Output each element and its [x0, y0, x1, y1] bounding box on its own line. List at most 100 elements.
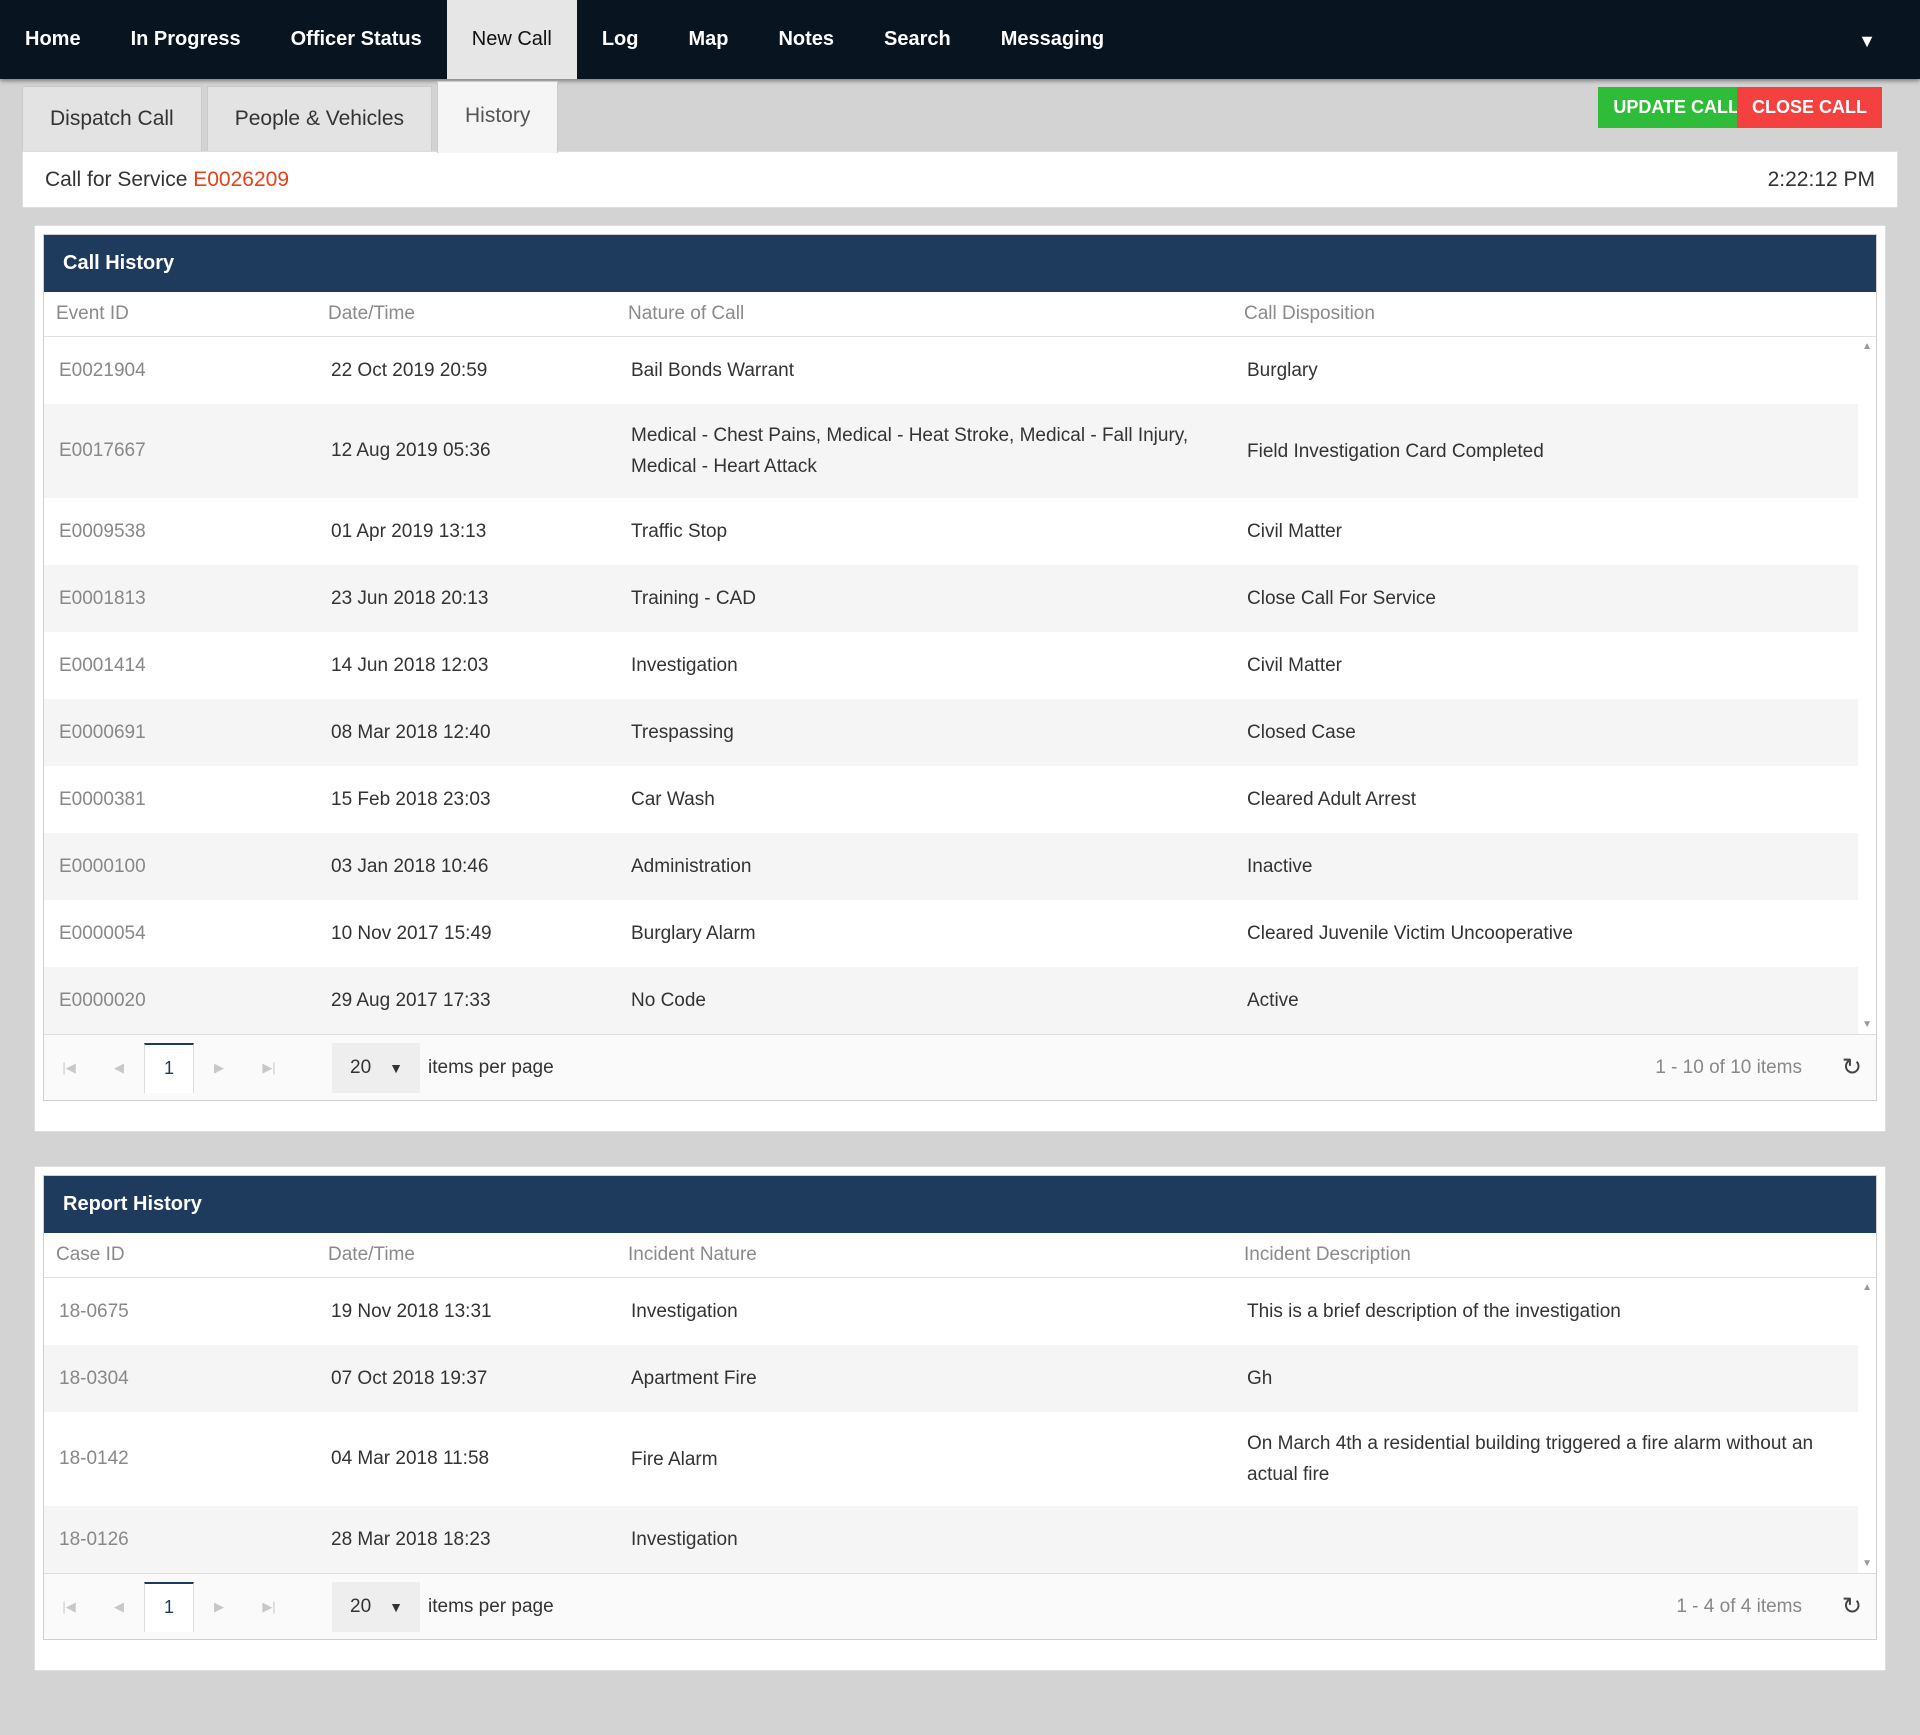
nav-notes[interactable]: Notes	[753, 0, 859, 79]
column-header[interactable]: Nature of Call	[628, 303, 1244, 325]
page-number[interactable]: 1	[144, 1581, 194, 1632]
cell-datetime: 19 Nov 2018 13:31	[331, 1300, 492, 1322]
cell-nature: Medical - Chest Pains, Medical - Heat St…	[631, 425, 1189, 477]
cell-datetime: 08 Mar 2018 12:40	[331, 721, 491, 743]
prev-page-icon[interactable]: ◀	[94, 1043, 144, 1093]
call-label: Call for Service	[45, 167, 188, 191]
cell-nature: Training - CAD	[631, 588, 756, 609]
nav-search[interactable]: Search	[859, 0, 976, 79]
refresh-icon[interactable]: ↻	[1842, 1592, 1862, 1621]
cell-nature: Car Wash	[631, 789, 715, 810]
next-page-icon[interactable]: ▶	[194, 1582, 244, 1632]
grid-header: Event ID Date/Time Nature of Call Call D…	[44, 292, 1876, 337]
page-size-select[interactable]: 20 ▼	[332, 1042, 420, 1093]
update-call-button[interactable]: UPDATE CALL	[1598, 87, 1754, 128]
column-header[interactable]: Date/Time	[328, 1244, 628, 1266]
table-row[interactable]: E0021904 22 Oct 2019 20:59 Bail Bonds Wa…	[44, 337, 1858, 404]
tab-history[interactable]: History	[437, 81, 559, 153]
grid-body: 18-0675 19 Nov 2018 13:31 Investigation …	[44, 1278, 1876, 1573]
cell-nature: Trespassing	[631, 722, 734, 743]
call-label-group: Call for Service E0026209	[45, 168, 289, 192]
page-number[interactable]: 1	[144, 1042, 194, 1093]
scroll-down-icon[interactable]: ▼	[1862, 1558, 1872, 1569]
last-page-icon[interactable]: ▶|	[244, 1582, 294, 1632]
cell-disposition: Close Call For Service	[1247, 588, 1436, 609]
cell-nature: No Code	[631, 990, 706, 1011]
column-header[interactable]: Incident Description	[1244, 1244, 1858, 1266]
table-row[interactable]: E0017667 12 Aug 2019 05:36 Medical - Che…	[44, 404, 1858, 498]
scroll-up-icon[interactable]: ▲	[1862, 1282, 1872, 1293]
nav-log[interactable]: Log	[577, 0, 664, 79]
column-header[interactable]: Event ID	[44, 303, 328, 325]
table-row[interactable]: E0001813 23 Jun 2018 20:13 Training - CA…	[44, 565, 1858, 632]
cell-event-id: E0000054	[59, 922, 146, 944]
first-page-icon[interactable]: |◀	[44, 1582, 94, 1632]
cell-disposition: Civil Matter	[1247, 655, 1343, 676]
pager-info: 1 - 4 of 4 items	[1676, 1595, 1802, 1617]
last-page-icon[interactable]: ▶|	[244, 1043, 294, 1093]
next-page-icon[interactable]: ▶	[194, 1043, 244, 1093]
column-header[interactable]: Incident Nature	[628, 1244, 1244, 1266]
table-row[interactable]: E0001414 14 Jun 2018 12:03 Investigation…	[44, 632, 1858, 699]
table-row[interactable]: E0000020 29 Aug 2017 17:33 No Code Activ…	[44, 967, 1858, 1034]
cell-case-id: 18-0675	[59, 1300, 129, 1322]
chevron-down-icon: ▼	[389, 1059, 403, 1076]
call-time: 2:22:12 PM	[1767, 167, 1875, 191]
caret-down-icon[interactable]: ▼	[1858, 31, 1876, 52]
nav-new-call[interactable]: New Call	[446, 0, 577, 79]
nav-officer-status[interactable]: Officer Status	[266, 0, 447, 79]
close-call-button[interactable]: CLOSE CALL	[1737, 87, 1882, 128]
table-row[interactable]: 18-0675 19 Nov 2018 13:31 Investigation …	[44, 1278, 1858, 1345]
cell-incident-description: Gh	[1247, 1368, 1273, 1389]
nav-map[interactable]: Map	[663, 0, 753, 79]
nav-messaging[interactable]: Messaging	[976, 0, 1129, 79]
table-row[interactable]: 18-0304 07 Oct 2018 19:37 Apartment Fire…	[44, 1345, 1858, 1412]
cell-disposition: Field Investigation Card Completed	[1247, 440, 1544, 462]
pager: |◀ ◀ 1 ▶ ▶| 20 ▼ items per page 1 - 10 o…	[44, 1034, 1876, 1100]
nav-home[interactable]: Home	[0, 0, 106, 79]
cell-incident-nature: Fire Alarm	[631, 1448, 718, 1470]
cell-datetime: 14 Jun 2018 12:03	[331, 654, 489, 676]
call-id: E0026209	[193, 167, 289, 191]
column-header[interactable]: Case ID	[44, 1244, 328, 1266]
panel-title: Report History	[44, 1176, 1876, 1233]
cell-incident-nature: Apartment Fire	[631, 1368, 757, 1389]
page-size-select[interactable]: 20 ▼	[332, 1581, 420, 1632]
cell-datetime: 04 Mar 2018 11:58	[331, 1448, 490, 1469]
table-row[interactable]: E0000100 03 Jan 2018 10:46 Administratio…	[44, 833, 1858, 900]
call-history-panel: Call History Event ID Date/Time Nature o…	[43, 234, 1877, 1101]
tab-people-vehicles[interactable]: People & Vehicles	[206, 86, 433, 151]
table-row[interactable]: 18-0142 04 Mar 2018 11:58 Fire Alarm On …	[44, 1412, 1858, 1506]
cell-incident-nature: Investigation	[631, 1529, 738, 1550]
report-history-wrapper: Report History Case ID Date/Time Inciden…	[34, 1166, 1886, 1671]
scroll-down-icon[interactable]: ▼	[1862, 1019, 1872, 1030]
cell-datetime: 28 Mar 2018 18:23	[331, 1528, 491, 1550]
table-row[interactable]: E0000381 15 Feb 2018 23:03 Car Wash Clea…	[44, 766, 1858, 833]
table-row[interactable]: E0000054 10 Nov 2017 15:49 Burglary Alar…	[44, 900, 1858, 967]
cell-datetime: 15 Feb 2018 23:03	[331, 788, 491, 810]
scroll-up-icon[interactable]: ▲	[1862, 341, 1872, 352]
cell-datetime: 01 Apr 2019 13:13	[331, 520, 487, 542]
cell-event-id: E0000381	[59, 788, 146, 810]
report-history-panel: Report History Case ID Date/Time Inciden…	[43, 1175, 1877, 1640]
sub-tab-bar: Dispatch Call People & Vehicles History …	[0, 79, 1920, 153]
prev-page-icon[interactable]: ◀	[94, 1582, 144, 1632]
first-page-icon[interactable]: |◀	[44, 1043, 94, 1093]
table-row[interactable]: 18-0126 28 Mar 2018 18:23 Investigation	[44, 1506, 1858, 1573]
grid-header: Case ID Date/Time Incident Nature Incide…	[44, 1233, 1876, 1278]
column-header[interactable]: Call Disposition	[1244, 303, 1858, 325]
cell-datetime: 23 Jun 2018 20:13	[331, 587, 489, 609]
tab-dispatch-call[interactable]: Dispatch Call	[22, 86, 202, 151]
refresh-icon[interactable]: ↻	[1842, 1053, 1862, 1082]
grid-body: E0021904 22 Oct 2019 20:59 Bail Bonds Wa…	[44, 337, 1876, 1034]
cell-datetime: 22 Oct 2019 20:59	[331, 359, 488, 381]
cell-event-id: E0009538	[59, 520, 146, 542]
cell-event-id: E0017667	[59, 440, 146, 461]
table-row[interactable]: E0000691 08 Mar 2018 12:40 Trespassing C…	[44, 699, 1858, 766]
column-header[interactable]: Date/Time	[328, 303, 628, 325]
cell-disposition: Active	[1247, 990, 1299, 1011]
cell-disposition: Cleared Juvenile Victim Uncooperative	[1247, 923, 1573, 944]
nav-in-progress[interactable]: In Progress	[106, 0, 266, 79]
items-per-page-label: items per page	[428, 1595, 554, 1617]
table-row[interactable]: E0009538 01 Apr 2019 13:13 Traffic Stop …	[44, 498, 1858, 565]
